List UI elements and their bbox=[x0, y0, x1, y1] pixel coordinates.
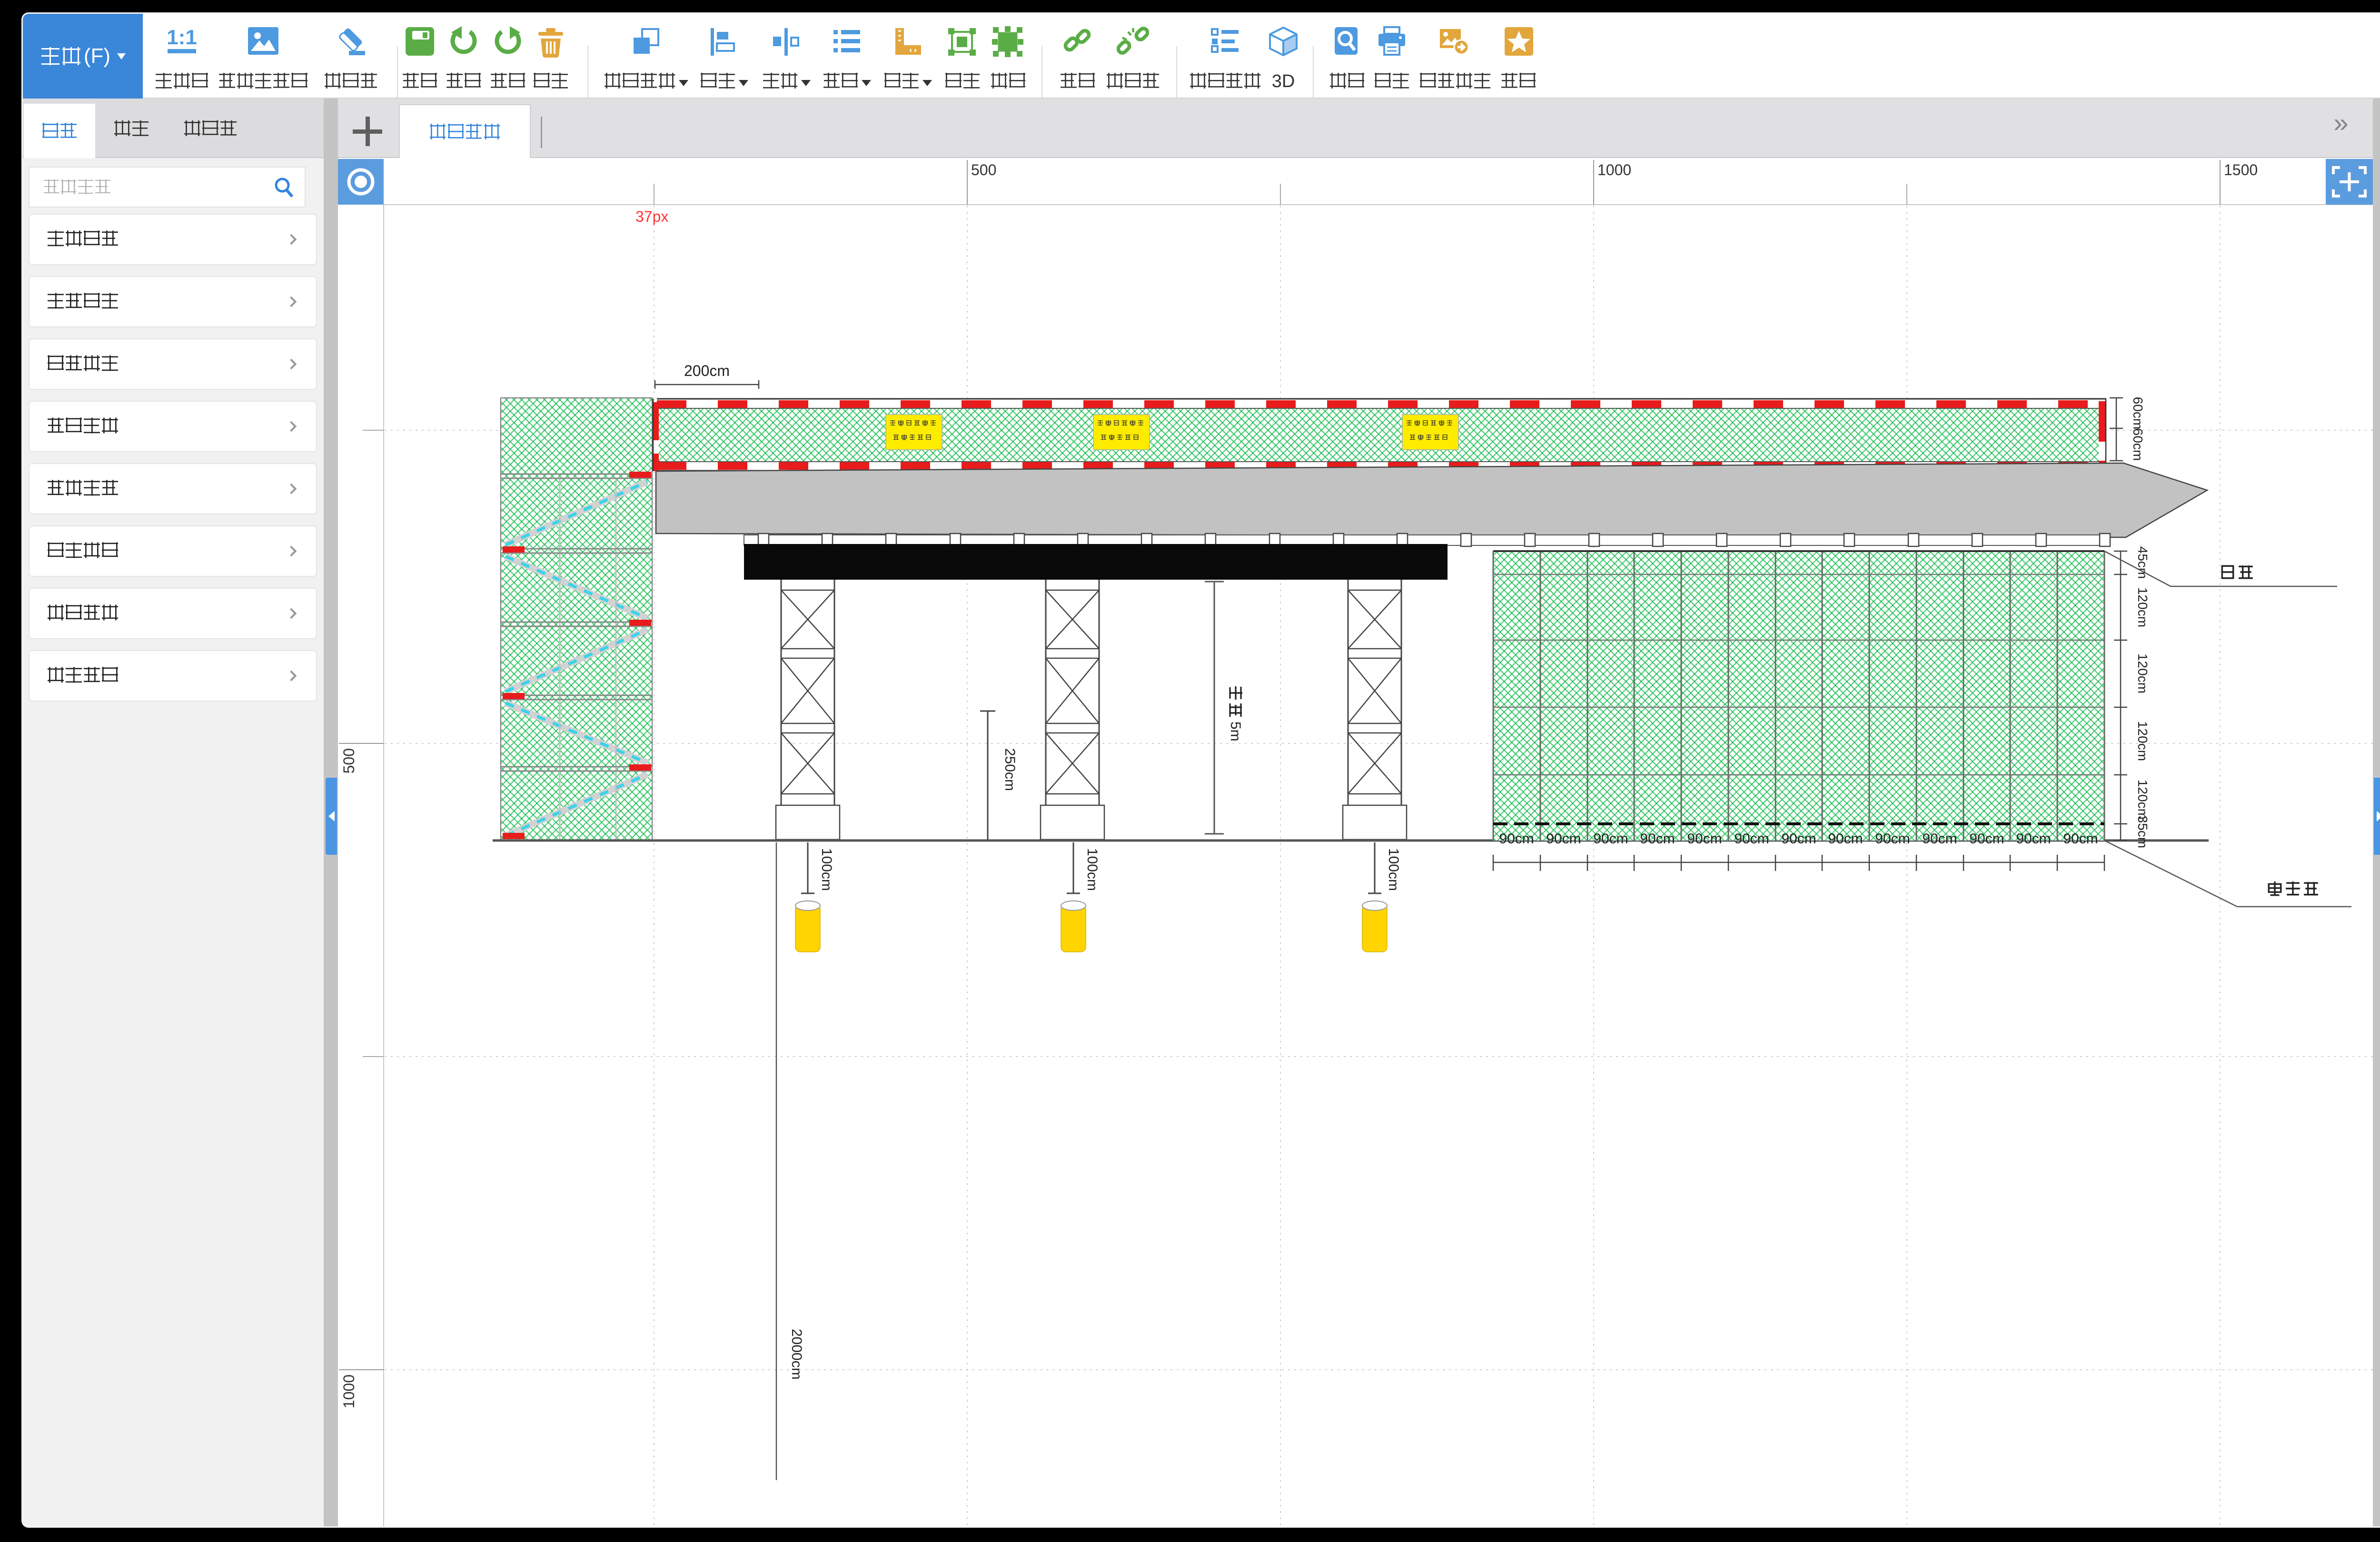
svg-text:90cm: 90cm bbox=[1687, 831, 1722, 847]
svg-text:90cm: 90cm bbox=[1734, 831, 1769, 847]
svg-text:500: 500 bbox=[971, 161, 996, 178]
svg-text:90cm: 90cm bbox=[1875, 831, 1910, 847]
svg-text:250cm: 250cm bbox=[1002, 748, 1018, 791]
svg-text:90cm: 90cm bbox=[1640, 831, 1675, 847]
svg-text:2000cm: 2000cm bbox=[789, 1329, 804, 1380]
svg-text:90cm: 90cm bbox=[1593, 831, 1628, 847]
svg-text:90cm: 90cm bbox=[1499, 831, 1534, 847]
svg-text:100cm: 100cm bbox=[819, 848, 834, 891]
svg-text:120cm: 120cm bbox=[2135, 721, 2150, 761]
svg-text:5m: 5m bbox=[1228, 722, 1243, 741]
svg-text:90cm: 90cm bbox=[1922, 831, 1957, 847]
svg-text:37px: 37px bbox=[635, 208, 668, 225]
svg-text:90cm: 90cm bbox=[1546, 831, 1581, 847]
svg-text:1500: 1500 bbox=[2224, 161, 2258, 178]
svg-text:90cm: 90cm bbox=[2063, 831, 2098, 847]
svg-text:60cm: 60cm bbox=[2131, 428, 2145, 461]
svg-text:90cm: 90cm bbox=[2016, 831, 2051, 847]
svg-text:35cm: 35cm bbox=[2135, 816, 2150, 848]
svg-text:100cm: 100cm bbox=[1084, 848, 1100, 891]
svg-text:200cm: 200cm bbox=[684, 362, 730, 379]
svg-text:1000: 1000 bbox=[1597, 161, 1631, 178]
svg-text:500: 500 bbox=[340, 748, 357, 773]
svg-text:120cm: 120cm bbox=[2135, 653, 2150, 693]
svg-text:120cm: 120cm bbox=[2135, 587, 2150, 627]
svg-text:100cm: 100cm bbox=[1386, 848, 1401, 891]
svg-text:90cm: 90cm bbox=[1969, 831, 2004, 847]
svg-text:60cm: 60cm bbox=[2131, 397, 2145, 429]
svg-text:120cm: 120cm bbox=[2135, 780, 2150, 820]
svg-text:1000: 1000 bbox=[340, 1374, 357, 1408]
svg-text:90cm: 90cm bbox=[1828, 831, 1863, 847]
svg-text:90cm: 90cm bbox=[1781, 831, 1816, 847]
